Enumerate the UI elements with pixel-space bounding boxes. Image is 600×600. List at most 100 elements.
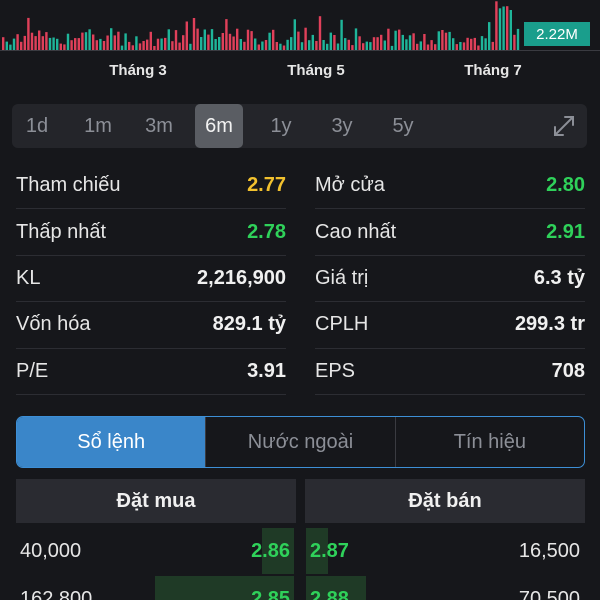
- ask-price[interactable]: 2.87: [310, 540, 349, 563]
- volume-bar: [268, 32, 271, 50]
- volume-bar: [318, 16, 322, 50]
- volume-bar: [437, 31, 440, 50]
- volume-bar: [63, 44, 66, 50]
- stat-row-reference: Tham chiếu 2.77: [16, 163, 286, 210]
- stat-row-volume: KL 2,216,900: [16, 256, 286, 303]
- volume-bar: [185, 21, 188, 50]
- volume-bar: [502, 6, 505, 50]
- stat-row-shares: CPLH 299.3 tr: [315, 302, 585, 349]
- tab-order-book[interactable]: Sổ lệnh: [17, 417, 207, 467]
- volume-bar: [282, 45, 286, 50]
- volume-bar: [228, 33, 232, 50]
- range-1y[interactable]: 1y: [255, 104, 307, 148]
- volume-bar: [300, 42, 304, 50]
- volume-bar: [16, 34, 19, 50]
- volume-bar: [480, 36, 484, 50]
- volume-bar: [113, 35, 116, 50]
- tab-foreign[interactable]: Nước ngoài: [206, 417, 396, 467]
- volume-bar: [128, 41, 131, 50]
- volume-bar: [92, 34, 95, 50]
- volume-bar: [243, 41, 246, 50]
- volume-bar: [293, 19, 296, 50]
- volume-bar: [329, 32, 332, 50]
- volume-bar: [192, 18, 196, 50]
- ask-price[interactable]: 2.88: [310, 588, 349, 600]
- volume-bar: [196, 28, 199, 50]
- volume-bar: [146, 39, 149, 50]
- volume-bar: [423, 34, 426, 50]
- volume-bar: [45, 32, 48, 50]
- range-1m[interactable]: 1m: [72, 104, 124, 148]
- volume-bar: [405, 39, 408, 50]
- volume-bar: [124, 33, 127, 50]
- volume-bar: [326, 43, 329, 50]
- volume-bar: [131, 45, 134, 50]
- stat-value: 3.91: [247, 359, 286, 382]
- volume-bar: [59, 43, 62, 50]
- stat-label: P/E: [16, 359, 49, 382]
- stat-value: 6.3 tỷ: [533, 266, 585, 289]
- month-label: Tháng 7: [464, 62, 522, 79]
- volume-bar: [38, 30, 41, 50]
- volume-bar: [239, 39, 242, 50]
- volume-bar: [297, 31, 300, 50]
- volume-bar: [311, 34, 314, 50]
- volume-bar: [380, 34, 383, 50]
- range-selector: 1d 1m 3m 6m 1y 3y 5y: [12, 104, 587, 148]
- volume-bar: [322, 40, 325, 50]
- volume-bar: [441, 30, 444, 50]
- volume-bar: [20, 41, 23, 50]
- volume-bar: [236, 28, 239, 50]
- volume-bar: [27, 17, 30, 50]
- volume-bar: [372, 37, 376, 50]
- volume-bar: [95, 40, 98, 50]
- volume-bar: [30, 32, 34, 50]
- volume-bar: [117, 31, 120, 50]
- volume-bar: [484, 38, 487, 50]
- volume-bar: [189, 43, 192, 50]
- volume-bar: [106, 35, 109, 50]
- volume-bar: [120, 45, 124, 50]
- stat-row-low: Thấp nhất 2.78: [16, 209, 286, 256]
- volume-bar: [354, 28, 358, 50]
- volume-bar: [419, 41, 422, 50]
- volume-bar: [84, 32, 88, 50]
- volume-bar: [164, 37, 167, 50]
- range-6m[interactable]: 6m: [195, 104, 243, 148]
- stat-value: 299.3 tr: [514, 313, 585, 336]
- volume-bar: [66, 33, 70, 50]
- stat-value: 2.77: [247, 174, 286, 197]
- volume-bar: [232, 36, 235, 50]
- volume-bar: [149, 31, 152, 50]
- expand-icon[interactable]: [548, 110, 580, 142]
- volume-bar: [444, 32, 448, 50]
- volume-bar: [459, 42, 462, 50]
- month-label: Tháng 3: [109, 62, 167, 79]
- volume-bar: [304, 27, 307, 50]
- volume-bar: [351, 45, 354, 50]
- stat-value: 2,216,900: [197, 266, 286, 289]
- volume-bar: [156, 38, 160, 50]
- volume-bar: [23, 35, 26, 50]
- volume-bar: [52, 37, 55, 50]
- volume-bar: [153, 46, 156, 50]
- volume-bar: [246, 29, 250, 50]
- orderbook-tabs: Sổ lệnh Nước ngoài Tín hiệu: [16, 416, 585, 468]
- range-5y[interactable]: 5y: [377, 104, 429, 148]
- range-3m[interactable]: 3m: [133, 104, 185, 148]
- range-3y[interactable]: 3y: [316, 104, 368, 148]
- volume-bar: [218, 37, 221, 50]
- volume-bar: [336, 43, 340, 50]
- volume-bar: [34, 36, 37, 50]
- tab-signals[interactable]: Tín hiệu: [396, 417, 584, 467]
- volume-bar: [383, 40, 386, 50]
- volume-bar: [203, 29, 206, 50]
- bid-price[interactable]: 2.86: [251, 540, 290, 563]
- volume-bar: [452, 38, 455, 50]
- volume-bar: [516, 28, 520, 50]
- bid-price[interactable]: 2.85: [251, 588, 290, 600]
- range-1d[interactable]: 1d: [12, 104, 62, 148]
- bid-volume: 162,800: [20, 588, 93, 600]
- orderbook-row: 40,000 2.86 2.87 16,500: [0, 528, 600, 574]
- volume-bar: [174, 30, 178, 50]
